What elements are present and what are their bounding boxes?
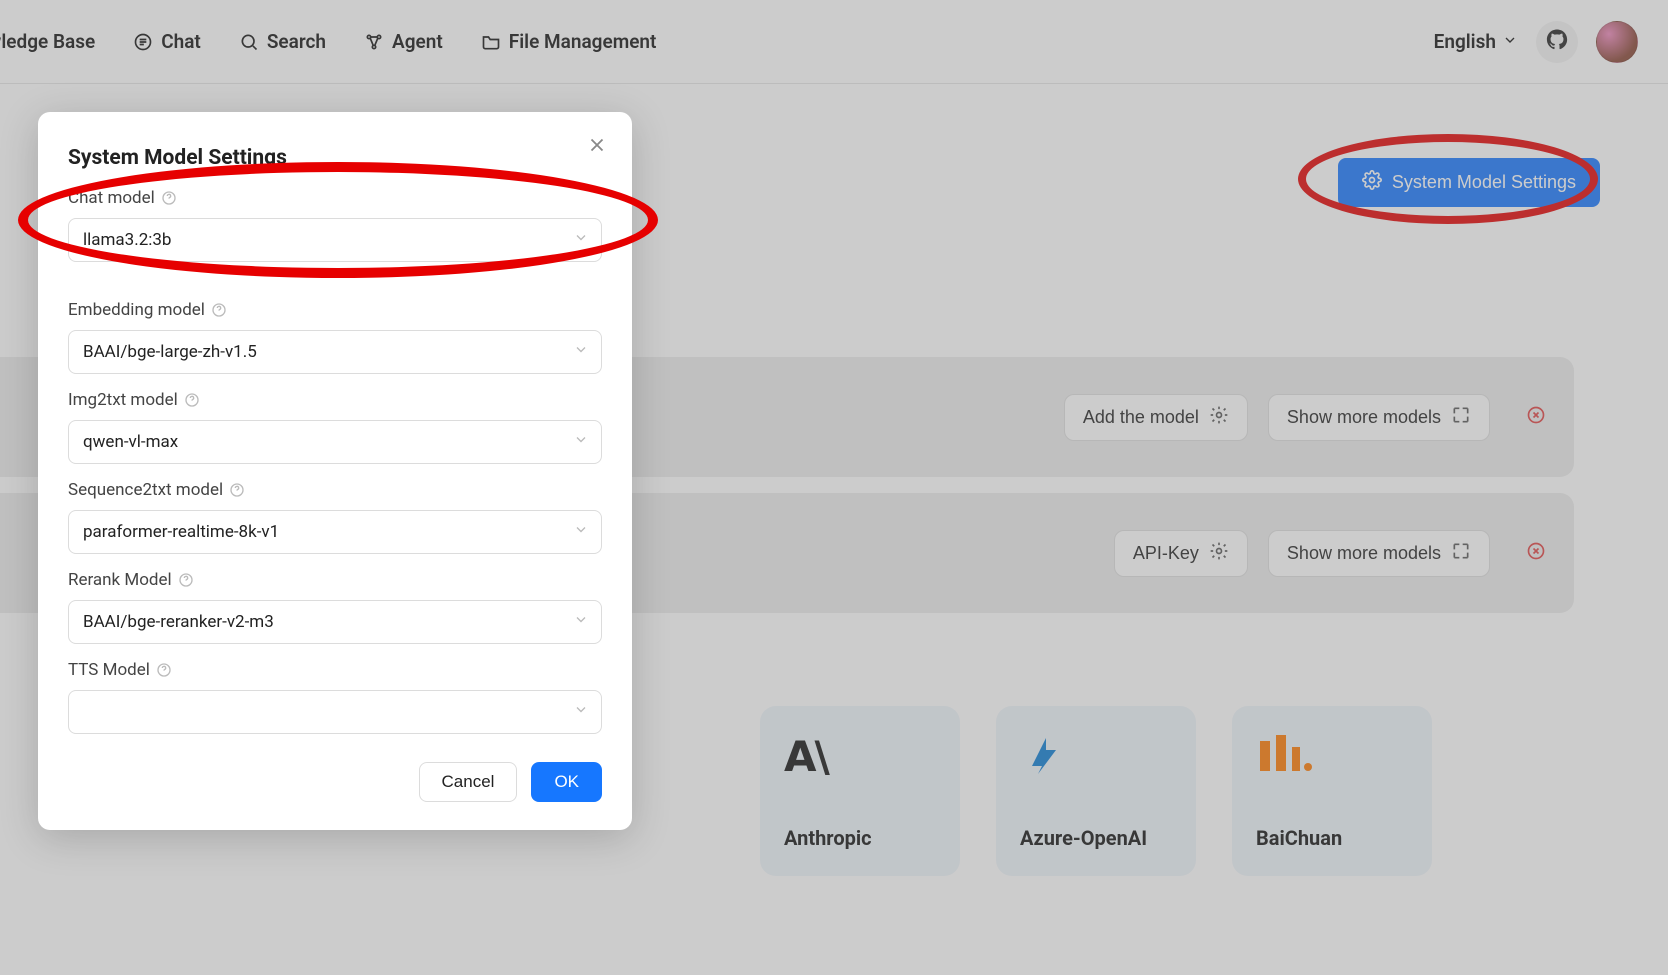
chevron-down-icon xyxy=(573,612,589,633)
img2txt-model-select[interactable]: qwen-vl-max xyxy=(68,420,602,464)
system-model-settings-modal: System Model Settings Chat model llama3.… xyxy=(38,112,632,830)
seq2txt-model-label: Sequence2txt model xyxy=(68,480,223,500)
chevron-down-icon xyxy=(573,432,589,453)
chat-model-label: Chat model xyxy=(68,188,155,208)
embedding-model-select[interactable]: BAAI/bge-large-zh-v1.5 xyxy=(68,330,602,374)
help-icon[interactable] xyxy=(178,572,194,588)
chevron-down-icon xyxy=(573,342,589,363)
chat-model-value: llama3.2:3b xyxy=(83,230,171,250)
field-rerank-model: Rerank Model BAAI/bge-reranker-v2-m3 xyxy=(68,570,602,644)
help-icon[interactable] xyxy=(211,302,227,318)
embedding-model-value: BAAI/bge-large-zh-v1.5 xyxy=(83,342,257,362)
embedding-model-label: Embedding model xyxy=(68,300,205,320)
field-embedding-model: Embedding model BAAI/bge-large-zh-v1.5 xyxy=(68,300,602,374)
help-icon[interactable] xyxy=(229,482,245,498)
seq2txt-model-select[interactable]: paraformer-realtime-8k-v1 xyxy=(68,510,602,554)
modal-close-button[interactable] xyxy=(586,134,608,160)
chat-model-select[interactable]: llama3.2:3b xyxy=(68,218,602,262)
help-icon[interactable] xyxy=(184,392,200,408)
field-seq2txt-model: Sequence2txt model paraformer-realtime-8… xyxy=(68,480,602,554)
help-icon[interactable] xyxy=(156,662,172,678)
field-tts-model: TTS Model xyxy=(68,660,602,734)
rerank-model-label: Rerank Model xyxy=(68,570,172,590)
img2txt-model-value: qwen-vl-max xyxy=(83,432,178,452)
ok-label: OK xyxy=(554,772,579,791)
seq2txt-model-value: paraformer-realtime-8k-v1 xyxy=(83,522,279,542)
field-chat-model: Chat model llama3.2:3b xyxy=(68,188,602,262)
rerank-model-value: BAAI/bge-reranker-v2-m3 xyxy=(83,612,274,632)
tts-model-select[interactable] xyxy=(68,690,602,734)
chevron-down-icon xyxy=(573,522,589,543)
chevron-down-icon xyxy=(573,702,589,723)
img2txt-model-label: Img2txt model xyxy=(68,390,178,410)
chevron-down-icon xyxy=(573,230,589,251)
rerank-model-select[interactable]: BAAI/bge-reranker-v2-m3 xyxy=(68,600,602,644)
cancel-button[interactable]: Cancel xyxy=(419,762,518,802)
help-icon[interactable] xyxy=(161,190,177,206)
tts-model-label: TTS Model xyxy=(68,660,150,680)
field-img2txt-model: Img2txt model qwen-vl-max xyxy=(68,390,602,464)
modal-footer: Cancel OK xyxy=(68,762,602,802)
cancel-label: Cancel xyxy=(442,772,495,791)
modal-title: System Model Settings xyxy=(68,146,602,170)
ok-button[interactable]: OK xyxy=(531,762,602,802)
